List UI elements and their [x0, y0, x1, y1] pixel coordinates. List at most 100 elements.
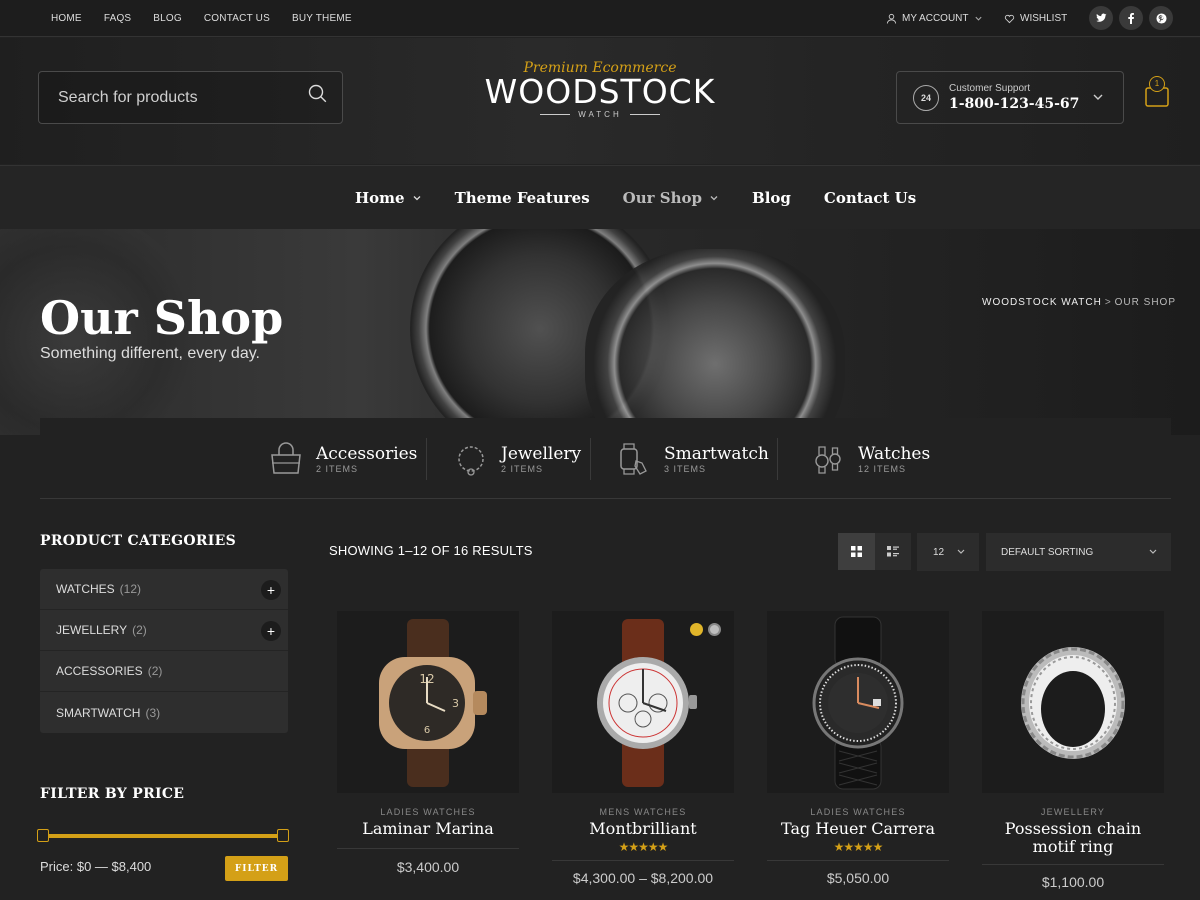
sidebar-item-jewellery[interactable]: JEWELLERY (2) + — [40, 610, 288, 651]
logo-subtitle-text: WATCH — [578, 110, 622, 119]
site-logo[interactable]: Premium Ecommerce WOODSTOCK WATCH — [480, 60, 720, 119]
my-account-label: MY ACCOUNT — [902, 13, 969, 24]
category-watches[interactable]: Watches 12 ITEMS — [810, 438, 930, 480]
cart-count-badge: 1 — [1149, 76, 1165, 92]
product-category[interactable]: LADIES WATCHES — [337, 807, 519, 817]
expand-plus-icon[interactable]: + — [261, 621, 281, 641]
nav-label-contact-us: Contact Us — [823, 189, 917, 207]
chevron-down-icon — [1149, 549, 1157, 554]
top-link-home[interactable]: HOME — [51, 13, 82, 24]
product-card[interactable]: MENS WATCHES Montbrilliant ★★★★★ $4,300.… — [552, 611, 734, 886]
watch-icon — [815, 446, 841, 474]
breadcrumb-current: OUR SHOP — [1114, 297, 1176, 308]
nav-label-blog: Blog — [752, 189, 791, 207]
color-swatch-silver[interactable] — [708, 623, 721, 636]
product-card[interactable]: JEWELLERY Possession chain motif ring $1… — [982, 611, 1164, 890]
sort-select[interactable]: DEFAULT SORTING — [986, 533, 1171, 571]
top-bar: HOME FAQS BLOG CONTACT US BUY THEME MY A… — [0, 0, 1200, 37]
grid-view-button[interactable] — [838, 533, 875, 570]
expand-plus-icon[interactable]: + — [261, 580, 281, 600]
search-box — [38, 71, 343, 124]
sidebar-item-watches[interactable]: WATCHES (12) + — [40, 569, 288, 610]
search-input[interactable] — [39, 72, 299, 123]
nav-item-contact-us[interactable]: Contact Us — [824, 189, 916, 207]
page-title: Our Shop — [40, 291, 284, 345]
nav-label-our-shop: Our Shop — [622, 189, 703, 207]
product-image[interactable]: 12 3 6 — [337, 611, 519, 793]
divider — [590, 438, 591, 480]
top-link-buy-theme[interactable]: BUY THEME — [292, 13, 352, 24]
category-title: Smartwatch — [664, 444, 769, 464]
facebook-icon[interactable] — [1119, 6, 1143, 30]
category-smartwatch[interactable]: Smartwatch 3 ITEMS — [616, 438, 769, 480]
list-view-button[interactable] — [875, 533, 911, 570]
per-page-select[interactable]: 12 — [917, 533, 979, 571]
category-list: WATCHES (12) + JEWELLERY (2) + ACCESSORIES… — [40, 569, 288, 733]
sidebar-item-label: ACCESSORIES — [56, 664, 143, 678]
divider — [982, 864, 1164, 865]
sidebar-item-count: (3) — [145, 705, 161, 720]
site-header: Premium Ecommerce WOODSTOCK WATCH 24 Cus… — [0, 38, 1200, 164]
user-icon — [886, 13, 897, 24]
product-name[interactable]: Montbrilliant — [552, 820, 734, 838]
product-category[interactable]: LADIES WATCHES — [767, 807, 949, 817]
price-min-handle[interactable] — [37, 829, 49, 842]
product-image[interactable] — [767, 611, 949, 793]
heart-icon — [1004, 14, 1015, 24]
product-price: $4,300.00 – $8,200.00 — [572, 870, 714, 886]
product-price: $1,100.00 — [1041, 874, 1105, 890]
nav-item-theme-features[interactable]: Theme Features — [455, 189, 590, 207]
category-title: Watches — [858, 444, 931, 464]
top-link-blog[interactable]: BLOG — [153, 13, 182, 24]
search-icon[interactable] — [308, 84, 328, 104]
customer-support-box[interactable]: 24 Customer Support 1-800-123-45-67 — [896, 71, 1124, 124]
product-name[interactable]: Possession chain motif ring — [982, 820, 1164, 856]
support-phone: 1-800-123-45-67 — [949, 96, 1080, 112]
category-jewellery[interactable]: Jewellery 2 ITEMS — [453, 438, 581, 480]
product-category[interactable]: JEWELLERY — [982, 807, 1164, 817]
breadcrumb-root[interactable]: WOODSTOCK WATCH — [982, 297, 1102, 308]
pinterest-icon[interactable] — [1149, 6, 1173, 30]
sidebar-item-smartwatch[interactable]: SMARTWATCH (3) — [40, 692, 288, 733]
bag-icon — [271, 442, 301, 474]
price-max-handle[interactable] — [277, 829, 289, 842]
chevron-down-icon[interactable] — [1091, 90, 1105, 104]
category-title: Accessories — [316, 444, 418, 464]
top-link-contact[interactable]: CONTACT US — [204, 13, 270, 24]
category-count: 3 ITEMS — [664, 464, 707, 474]
twitter-icon[interactable] — [1089, 6, 1113, 30]
nav-item-our-shop[interactable]: Our Shop — [623, 189, 719, 207]
nav-item-blog[interactable]: Blog — [752, 189, 791, 207]
filter-button[interactable]: FILTER — [225, 856, 288, 881]
necklace-icon — [458, 446, 484, 476]
product-category[interactable]: MENS WATCHES — [552, 807, 734, 817]
price-range-label: Price: $0 — $8,400 — [40, 859, 152, 874]
product-card[interactable]: 12 3 6 LADIES WATCHES Laminar Marina $3,… — [337, 611, 519, 875]
sidebar-item-count: (2) — [132, 623, 147, 637]
support-label: Customer Support — [949, 83, 1031, 94]
color-swatch-gold[interactable] — [690, 623, 703, 636]
product-image[interactable] — [982, 611, 1164, 793]
my-account-menu[interactable]: MY ACCOUNT — [886, 0, 983, 37]
category-accessories[interactable]: Accessories 2 ITEMS — [268, 438, 417, 480]
top-link-faqs[interactable]: FAQS — [104, 13, 131, 24]
nav-item-home[interactable]: Home — [355, 189, 422, 207]
sidebar-item-count: (2) — [147, 664, 163, 678]
page-hero: Our Shop Something different, every day.… — [0, 229, 1200, 435]
top-nav: HOME FAQS BLOG CONTACT US BUY THEME — [51, 0, 352, 37]
sidebar-item-accessories[interactable]: ACCESSORIES (2) — [40, 651, 288, 692]
per-page-value: 12 — [933, 546, 945, 558]
price-range-slider[interactable] — [37, 829, 289, 843]
product-card[interactable]: LADIES WATCHES Tag Heuer Carrera ★★★★★ $… — [767, 611, 949, 886]
page-subtitle: Something different, every day. — [40, 345, 260, 362]
chevron-down-icon — [974, 16, 982, 21]
product-name[interactable]: Tag Heuer Carrera — [767, 820, 949, 838]
product-name[interactable]: Laminar Marina — [337, 820, 519, 838]
category-count: 2 ITEMS — [316, 464, 359, 474]
product-image[interactable] — [552, 611, 734, 793]
smartwatch-icon — [620, 443, 647, 475]
filter-by-price-heading: FILTER BY PRICE — [40, 786, 185, 802]
wishlist-link[interactable]: WISHLIST — [1004, 0, 1067, 37]
cart-button[interactable]: 1 — [1145, 76, 1169, 108]
rating-stars: ★★★★★ — [833, 840, 884, 854]
